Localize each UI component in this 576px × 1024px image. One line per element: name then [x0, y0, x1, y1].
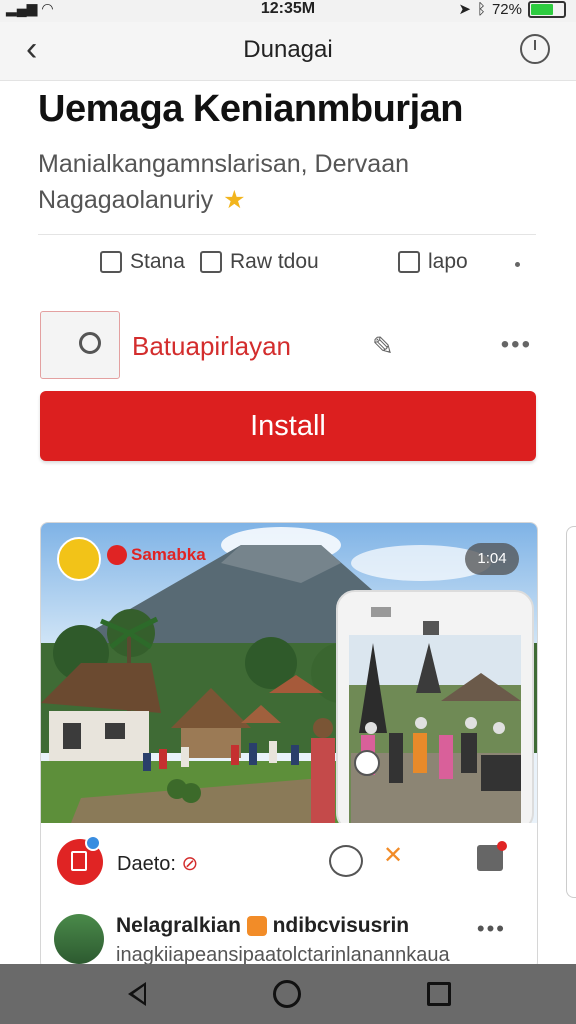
battery-icon: [528, 0, 566, 18]
clock-icon[interactable]: [520, 34, 550, 64]
brand-name: Samabka: [131, 545, 206, 564]
bluetooth-icon: ᛒ: [476, 0, 486, 18]
post-author-name: Nelagralkian: [116, 914, 241, 937]
app-bar-title: Dunagai: [243, 36, 333, 63]
nav-recents-icon[interactable]: [427, 982, 451, 1006]
emoji-badge-icon: [246, 916, 267, 937]
promo-label[interactable]: Batuapirlayan: [132, 331, 291, 362]
battery-percent: 72%: [491, 0, 522, 18]
brand-chip: Samabka: [107, 545, 206, 565]
subtitle-line-2-text: Nagagaolanuriy: [38, 186, 214, 214]
like-label: lapo: [428, 250, 468, 273]
review-label: Raw tdou: [230, 250, 319, 273]
refresh-icon: [79, 332, 101, 354]
subtitle-line-1: Manialkangamnslarisan, Dervaan: [38, 150, 410, 178]
brand-logo-icon: [107, 545, 127, 565]
post-avatar[interactable]: [54, 914, 104, 964]
screenshot-image: [41, 523, 537, 823]
overflow-dot-icon[interactable]: [515, 262, 520, 267]
status-bar: ▂▄▆ ◠ 12:35M ➤ ᛒ 72%: [0, 0, 576, 22]
share-action[interactable]: Stana: [100, 250, 185, 274]
review-action[interactable]: Raw tdou: [200, 250, 319, 274]
notification-badge: [85, 835, 101, 851]
more-icon[interactable]: •••: [501, 331, 532, 359]
next-card-peek[interactable]: [566, 526, 576, 898]
screenshot-counter: 1:04: [465, 543, 519, 575]
share-label: Stana: [130, 250, 185, 273]
tag-icon[interactable]: [477, 841, 507, 871]
card-footer-text: Daeto: ⊘: [117, 851, 198, 876]
location-icon: ➤: [458, 1, 471, 18]
action-row: Stana Raw tdou lapo: [0, 250, 576, 284]
share-icon: [100, 251, 122, 273]
post-more-icon[interactable]: •••: [477, 916, 506, 942]
nav-back-icon[interactable]: [128, 982, 146, 1006]
comment-icon: [200, 251, 222, 273]
post-author-suffix: ndibcvisusrin: [272, 914, 410, 937]
promo-row: Batuapirlayan ✎ •••: [38, 311, 538, 379]
link-icon[interactable]: ⊘: [182, 853, 199, 875]
chat-bubble-icon[interactable]: [329, 845, 363, 877]
app-name: Uemaga Kenianmburjan: [38, 88, 464, 130]
nav-home-icon[interactable]: [273, 980, 301, 1008]
card-footer-label: Daeto:: [117, 853, 176, 875]
screenshot-card[interactable]: Samabka 1:04 Daeto: ⊘ ✕: [40, 522, 538, 970]
install-button[interactable]: Install: [40, 391, 536, 461]
system-nav-bar: [0, 964, 576, 1024]
app-subtitle: Manialkangamnslarisan, Dervaan Nagagaola…: [38, 146, 538, 218]
subtitle-line-2: Nagagaolanuriy ★: [38, 182, 538, 218]
divider: [38, 234, 536, 235]
status-right: ➤ ᛒ 72%: [458, 0, 566, 18]
like-action[interactable]: lapo: [398, 250, 468, 274]
post-author: Nelagralkian ndibcvisusrin: [116, 914, 409, 938]
refresh-tile[interactable]: [40, 311, 120, 379]
pen-icon[interactable]: ✎: [372, 331, 394, 362]
sparkle-icon: ★: [223, 186, 246, 214]
brand-avatar: [57, 537, 101, 581]
app-bar: ‹ Dunagai: [0, 22, 576, 81]
close-icon[interactable]: ✕: [383, 841, 403, 870]
thumbs-up-icon: [398, 251, 420, 273]
post-row[interactable]: Nelagralkian ndibcvisusrin inagkiiapeans…: [40, 906, 536, 966]
